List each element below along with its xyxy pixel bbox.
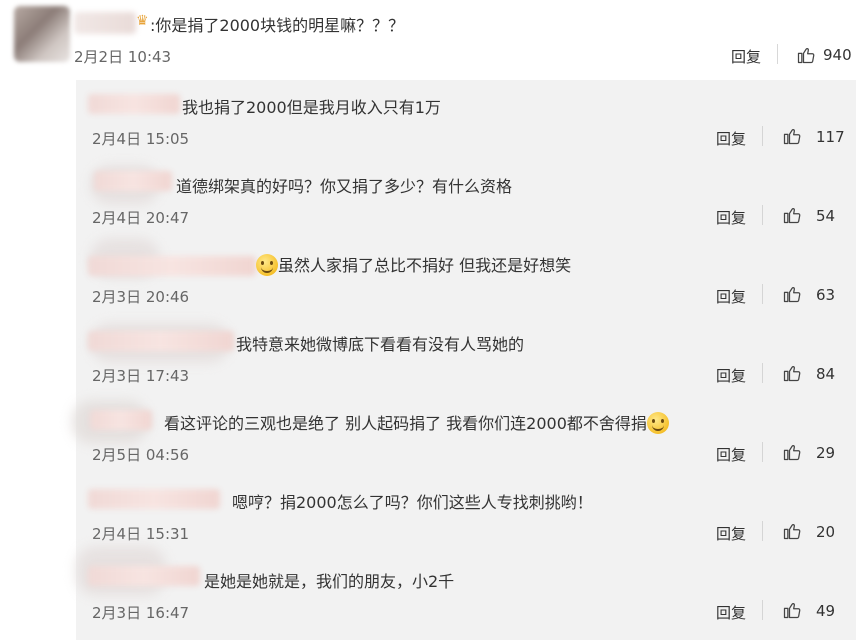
reply-item: 看这评论的三观也是绝了 别人起码捐了 我看你们连2000都不舍得捐 2月5日 0… xyxy=(72,396,856,475)
divider xyxy=(762,442,763,462)
reply-button[interactable]: 回复 xyxy=(716,207,746,228)
username-blurred[interactable] xyxy=(88,256,256,276)
divider xyxy=(762,284,763,304)
reply-time: 2月4日 15:31 xyxy=(92,525,190,543)
smile-emoji-icon xyxy=(646,412,669,434)
reply-item: 是她是她就是，我们的朋友，小2千 2月3日 16:47 回复 49 xyxy=(76,546,856,633)
reply-button[interactable]: 回复 xyxy=(731,46,761,67)
divider xyxy=(762,600,763,620)
username-blurred[interactable] xyxy=(94,171,172,191)
reply-button[interactable]: 回复 xyxy=(716,286,746,307)
reply-text: 我特意来她微博底下看看有没有人骂她的 xyxy=(236,335,525,354)
reply-text: 我也捐了2000但是我月收入只有1万 xyxy=(182,98,441,117)
comment-time: 2月2日 10:43 xyxy=(74,48,172,66)
like-count: 84 xyxy=(816,365,836,383)
divider xyxy=(762,521,763,541)
thumbs-up-icon[interactable] xyxy=(782,205,802,225)
laughing-tears-emoji-icon xyxy=(256,254,278,276)
reply-button[interactable]: 回复 xyxy=(716,602,746,623)
thumbs-up-icon[interactable] xyxy=(782,363,802,383)
like-count: 940 xyxy=(823,46,852,64)
reply-text: 虽然人家捐了总比不捐好 但我还是好想笑 xyxy=(256,252,571,276)
reply-item: 我特意来她微博底下看看有没有人骂她的 2月3日 17:43 回复 84 xyxy=(76,317,856,396)
reply-time: 2月3日 20:46 xyxy=(92,288,190,306)
reply-item: 嗯哼？捐2000怎么了吗？你们这些人专找刺挑哟！ 2月4日 15:31 回复 2… xyxy=(76,475,856,554)
like-count: 20 xyxy=(816,523,836,541)
like-count: 49 xyxy=(816,602,836,620)
divider xyxy=(777,44,778,64)
reply-button[interactable]: 回复 xyxy=(716,128,746,149)
like-count: 54 xyxy=(816,207,836,225)
reply-time: 2月3日 16:47 xyxy=(92,604,190,622)
username-blurred[interactable] xyxy=(90,410,152,430)
thumbs-up-icon[interactable] xyxy=(782,600,802,620)
divider xyxy=(762,126,763,146)
reply-text: 看这评论的三观也是绝了 别人起码捐了 我看你们连2000都不舍得捐 xyxy=(164,410,669,434)
reply-time: 2月5日 04:56 xyxy=(92,446,190,464)
reply-text: 嗯哼？捐2000怎么了吗？你们这些人专找刺挑哟！ xyxy=(232,493,593,512)
avatar[interactable] xyxy=(14,6,70,62)
thumbs-up-icon[interactable] xyxy=(782,521,802,541)
reply-time: 2月4日 15:05 xyxy=(92,130,190,148)
reply-time: 2月4日 20:47 xyxy=(92,209,190,227)
reply-time: 2月3日 17:43 xyxy=(92,367,190,385)
crown-badge-icon: ♛ xyxy=(136,13,149,29)
reply-item: 虽然人家捐了总比不捐好 但我还是好想笑 2月3日 20:46 回复 63 xyxy=(76,238,856,317)
reply-text: 是她是她就是，我们的朋友，小2千 xyxy=(204,572,455,591)
reply-text: 道德绑架真的好吗？你又捐了多少？有什么资格 xyxy=(176,177,513,196)
like-count: 117 xyxy=(816,128,845,146)
reply-button[interactable]: 回复 xyxy=(716,365,746,386)
username-blurred[interactable] xyxy=(88,489,220,509)
username-blurred[interactable] xyxy=(88,331,234,351)
username-blurred[interactable] xyxy=(88,94,180,114)
thumbs-up-icon[interactable] xyxy=(796,45,816,65)
comment-text: :你是捐了2000块钱的明星嘛？？？ xyxy=(150,16,405,35)
thumbs-up-icon[interactable] xyxy=(782,442,802,462)
like-count: 63 xyxy=(816,286,836,304)
divider xyxy=(762,205,763,225)
username-blurred[interactable] xyxy=(88,566,200,586)
reply-item: 道德绑架真的好吗？你又捐了多少？有什么资格 2月4日 20:47 回复 54 xyxy=(76,159,856,238)
replies-panel: 我也捐了2000但是我月收入只有1万 2月4日 15:05 回复 117 道德绑… xyxy=(72,80,856,640)
thumbs-up-icon[interactable] xyxy=(782,126,802,146)
reply-item: 我也捐了2000但是我月收入只有1万 2月4日 15:05 回复 117 xyxy=(76,80,856,159)
thumbs-up-icon[interactable] xyxy=(782,284,802,304)
username-blurred[interactable] xyxy=(74,12,136,34)
like-count: 29 xyxy=(816,444,836,462)
divider xyxy=(762,363,763,383)
reply-button[interactable]: 回复 xyxy=(716,523,746,544)
reply-button[interactable]: 回复 xyxy=(716,444,746,465)
